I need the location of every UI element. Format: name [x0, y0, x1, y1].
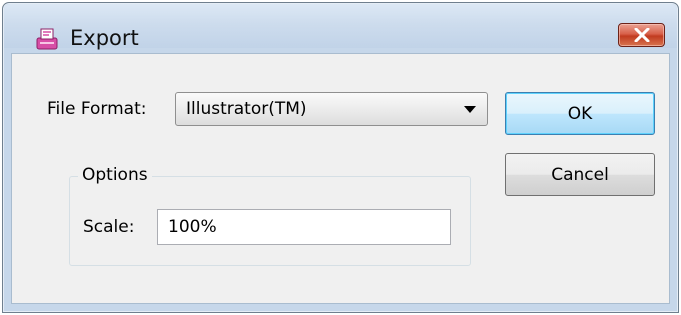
export-dialog: Export File Format: Illustrator(TM) Opti… [2, 2, 679, 313]
options-group-label: Options [78, 164, 152, 186]
scale-label: Scale: [83, 217, 135, 237]
file-format-value: Illustrator(TM) [186, 99, 307, 119]
dialog-title: Export [70, 26, 139, 50]
ok-button[interactable]: OK [505, 92, 655, 135]
export-app-icon [34, 25, 60, 51]
close-button[interactable] [618, 23, 665, 47]
dialog-content: File Format: Illustrator(TM) Options Sca… [11, 53, 670, 304]
file-format-dropdown[interactable]: Illustrator(TM) [175, 92, 488, 126]
scale-input[interactable] [157, 209, 451, 245]
title-bar[interactable]: Export [4, 4, 677, 51]
file-format-label: File Format: [47, 99, 147, 119]
close-icon [634, 28, 650, 42]
cancel-button[interactable]: Cancel [505, 153, 655, 196]
dropdown-arrow-icon [464, 106, 476, 113]
